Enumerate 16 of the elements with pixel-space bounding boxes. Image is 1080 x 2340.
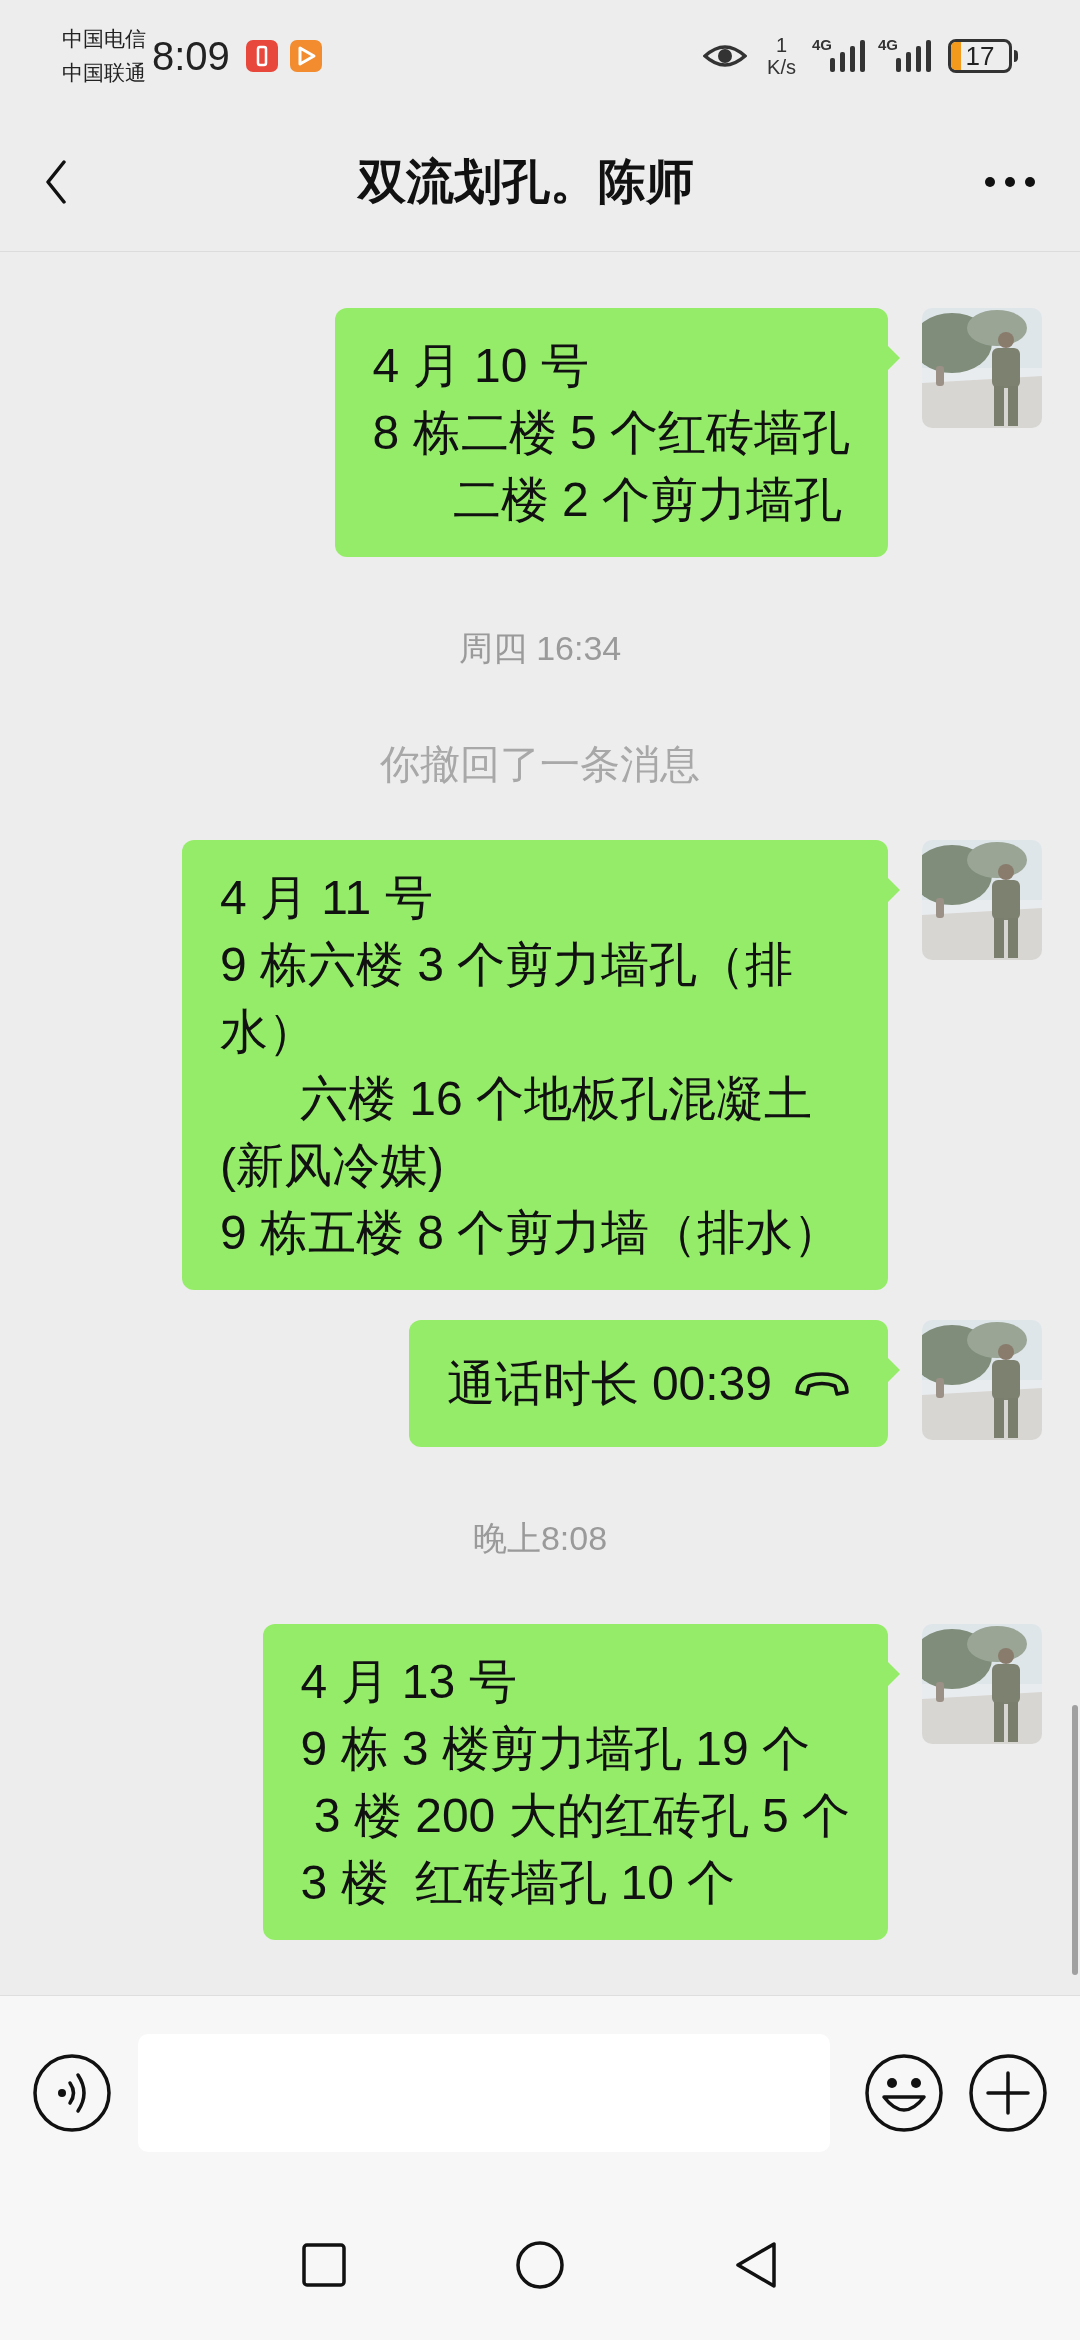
recall-notice: 你撤回了一条消息 (380, 741, 700, 788)
timestamp: 晚上8:08 (472, 1518, 608, 1559)
carrier-name: 中国电信 (62, 26, 146, 52)
message-text: 4 月 11 号 9 栋六楼 3 个剪力墙孔（排水） 六楼 16 个地板孔混凝土(新风冷媒) 9 栋五楼 8 个剪力墙（排水） (220, 870, 843, 1261)
clock: 8:09 (152, 33, 230, 80)
timestamp: 周四 16:34 (458, 628, 622, 669)
chat-title: 双流划孔。陈师 (356, 153, 695, 210)
battery-level: 17 (965, 43, 995, 69)
carrier-name: 中国联通 (62, 60, 146, 86)
message-text: 4 月 13 号 9 栋 3 楼剪力墙孔 19 个 3 楼 200 大的红砖孔 5 个 3 楼 红砖墙孔 10 个 (300, 1654, 850, 1911)
network-type: 4G (878, 35, 898, 55)
message-text: 通话时长 00:39 (446, 1356, 772, 1412)
message-text: 4 月 10 号 8 栋二楼 5 个红砖墙孔 二楼 2 个剪力墙孔 (372, 338, 850, 528)
network-speed: K/s (767, 56, 796, 78)
network-type: 4G (812, 35, 832, 55)
network-speed: 1 (776, 34, 788, 56)
